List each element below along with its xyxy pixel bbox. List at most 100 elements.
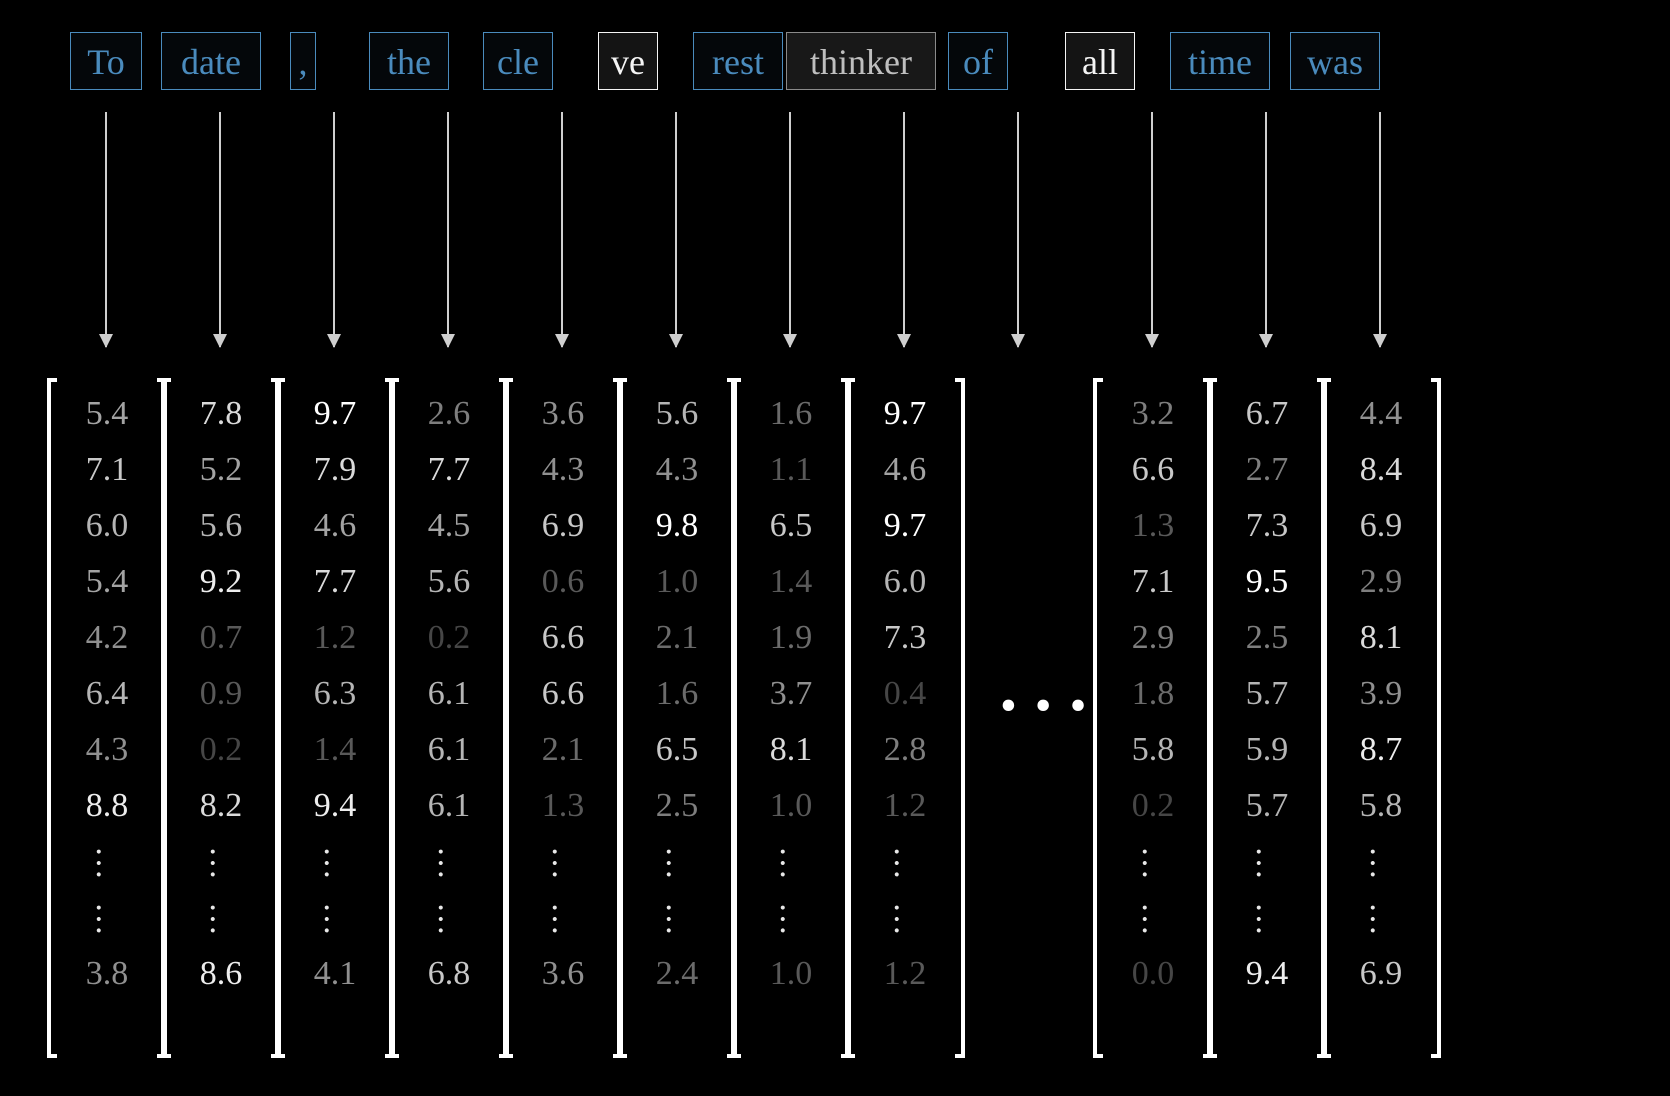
vector-value: 6.1 [403,722,495,778]
vertical-ellipsis-icon: … [175,890,267,946]
vector-col-0: 5.47.16.05.44.26.44.38.8……3.8 [61,378,153,1058]
bracket-left-icon [389,378,399,1058]
vector-value: 7.9 [289,442,381,498]
vector-values: 1.61.16.51.41.93.78.11.0……1.0 [745,386,837,1002]
vector-value: 1.3 [517,778,609,834]
vertical-ellipsis-icon: … [1335,890,1427,946]
token-10: time [1170,32,1270,90]
vector-value: 2.9 [1107,610,1199,666]
vector-value: 1.0 [745,778,837,834]
vector-value: 2.1 [631,610,723,666]
vector-value: 8.8 [61,778,153,834]
bracket-right-icon [955,378,965,1058]
vector-value: 9.8 [631,498,723,554]
vertical-ellipsis-icon: … [403,834,495,890]
vector-value: 6.5 [631,722,723,778]
vector-value: 7.3 [1221,498,1313,554]
vector-values: 3.64.36.90.66.66.62.11.3……3.6 [517,386,609,1002]
vector-value: 0.4 [859,666,951,722]
vector-value: 9.4 [1221,946,1313,1002]
vector-value: 6.9 [1335,946,1427,1002]
vector-values: 9.74.69.76.07.30.42.81.2……1.2 [859,386,951,1002]
vector-value: 4.3 [61,722,153,778]
vector-value: 5.7 [1221,778,1313,834]
vector-value: 2.9 [1335,554,1427,610]
vector-value: 1.2 [289,610,381,666]
vector-values: 9.77.94.67.71.26.31.49.4……4.1 [289,386,381,1002]
bracket-left-icon [617,378,627,1058]
vector-value: 6.4 [61,666,153,722]
vector-value: 7.8 [175,386,267,442]
vertical-ellipsis-icon: … [1107,890,1199,946]
token-3: the [369,32,449,90]
vector-value: 1.3 [1107,498,1199,554]
bracket-left-icon [845,378,855,1058]
vertical-ellipsis-icon: … [631,890,723,946]
vector-value: 6.8 [403,946,495,1002]
token-6: rest [693,32,783,90]
vector-value: 4.6 [859,442,951,498]
bracket-left-icon [275,378,285,1058]
vector-value: 8.1 [1335,610,1427,666]
vector-value: 0.2 [1107,778,1199,834]
vector-value: 6.0 [61,498,153,554]
vector-value: 7.1 [61,442,153,498]
vector-value: 1.0 [745,946,837,1002]
vector-values: 3.26.61.37.12.91.85.80.2……0.0 [1107,386,1199,1002]
vector-value: 6.9 [1335,498,1427,554]
vector-value: 7.7 [403,442,495,498]
arrow-5 [675,112,677,347]
arrow-11 [1379,112,1381,347]
vertical-ellipsis-icon: … [289,890,381,946]
vector-col-9: 3.26.61.37.12.91.85.80.2……0.0 [1107,378,1199,1058]
vector-col-1: 7.85.25.69.20.70.90.28.2……8.6 [175,378,267,1058]
vertical-ellipsis-icon: … [1221,834,1313,890]
token-9: all [1065,32,1135,90]
bracket-left-icon [47,378,57,1058]
vector-value: 4.6 [289,498,381,554]
vector-value: 0.7 [175,610,267,666]
vertical-ellipsis-icon: … [517,890,609,946]
vector-col-6: 1.61.16.51.41.93.78.11.0……1.0 [745,378,837,1058]
vector-value: 1.2 [859,946,951,1002]
vector-value: 2.7 [1221,442,1313,498]
vector-value: 0.9 [175,666,267,722]
token-0: To [70,32,142,90]
vector-col-4: 3.64.36.90.66.66.62.11.3……3.6 [517,378,609,1058]
vector-value: 4.1 [289,946,381,1002]
vertical-ellipsis-icon: … [61,890,153,946]
vector-value: 8.4 [1335,442,1427,498]
vector-value: 3.2 [1107,386,1199,442]
vertical-ellipsis-icon: … [859,890,951,946]
token-8: of [948,32,1008,90]
vector-value: 4.4 [1335,386,1427,442]
vector-values: 4.48.46.92.98.13.98.75.8……6.9 [1335,386,1427,1002]
arrow-1 [219,112,221,347]
vector-values: 5.64.39.81.02.11.66.52.5……2.4 [631,386,723,1002]
vector-value: 5.4 [61,386,153,442]
token-5: ve [598,32,658,90]
token-1: date [161,32,261,90]
vector-value: 2.5 [631,778,723,834]
bracket-right-icon [1431,378,1441,1058]
vector-value: 1.8 [1107,666,1199,722]
vector-value: 3.8 [61,946,153,1002]
vector-value: 0.2 [403,610,495,666]
vector-value: 6.9 [517,498,609,554]
vector-value: 9.4 [289,778,381,834]
vector-value: 5.6 [403,554,495,610]
vector-value: 8.2 [175,778,267,834]
token-2: , [290,32,316,90]
arrow-2 [333,112,335,347]
vertical-ellipsis-icon: … [61,834,153,890]
vector-value: 4.5 [403,498,495,554]
vertical-ellipsis-icon: … [403,890,495,946]
vector-value: 1.1 [745,442,837,498]
vector-value: 5.8 [1335,778,1427,834]
vector-value: 1.9 [745,610,837,666]
vector-values: 6.72.77.39.52.55.75.95.7……9.4 [1221,386,1313,1002]
arrow-4 [561,112,563,347]
vector-value: 5.2 [175,442,267,498]
vector-value: 9.5 [1221,554,1313,610]
vector-value: 4.3 [517,442,609,498]
